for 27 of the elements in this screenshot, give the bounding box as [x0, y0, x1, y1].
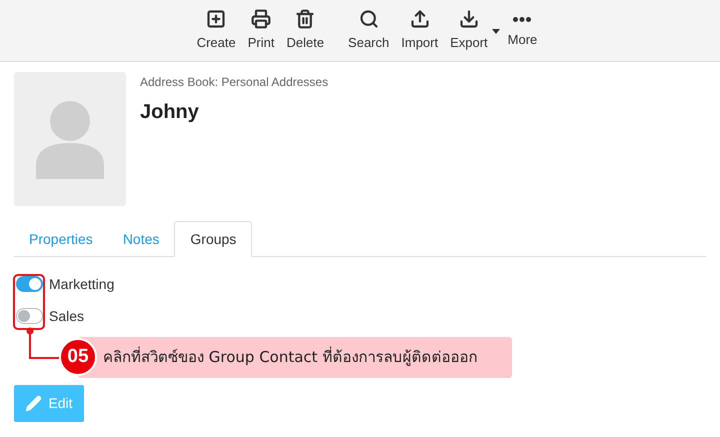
- group-label: Marketting: [49, 274, 114, 294]
- toolbar-button[interactable]: Import: [395, 2, 444, 58]
- plus-square-icon: [206, 8, 226, 29]
- toolbar-button[interactable]: Create: [190, 2, 242, 58]
- step-badge: 05: [59, 338, 97, 376]
- contact-name: Johny: [140, 100, 200, 125]
- tab[interactable]: Groups: [174, 221, 252, 257]
- highlight-outline: [13, 274, 45, 330]
- upload-icon: [410, 8, 430, 29]
- toggle-switch[interactable]: [16, 276, 43, 292]
- toolbar-button[interactable]: Search: [342, 2, 396, 58]
- group-label: Sales: [49, 306, 84, 326]
- toolbar-button[interactable]: Print: [242, 2, 280, 58]
- toolbar-button[interactable]: More: [502, 2, 544, 58]
- person-icon: [34, 99, 106, 179]
- toggle-switch[interactable]: [16, 308, 43, 324]
- pencil-icon: [25, 395, 42, 412]
- printer-icon: [251, 8, 272, 29]
- leader-line: [26, 327, 62, 359]
- toolbar-button[interactable]: Delete: [280, 2, 330, 58]
- search-icon: [358, 8, 379, 29]
- address-book-label: Address Book: Personal Addresses: [140, 74, 328, 91]
- toolbar-button[interactable]: Export: [444, 2, 502, 58]
- trash-icon: [295, 8, 316, 29]
- callout-text: คลิกที่สวิตซ์ของ Group Contact ที่ต้องการลบผู้ติดต่อออก: [103, 346, 478, 368]
- more-icon: [513, 17, 532, 22]
- download-icon: [458, 8, 479, 29]
